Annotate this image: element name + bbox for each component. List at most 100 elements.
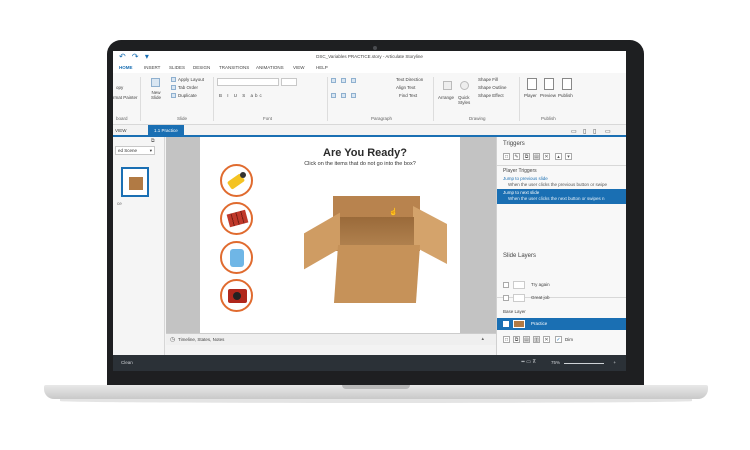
duplicate-layer-icon[interactable]: ⧉ — [513, 336, 520, 343]
right-panel: Triggers □ ✎ ⧉ ▤ ✕ ▴ ▾ Player Triggers J… — [496, 137, 626, 355]
scene-panel: ⧉ ed Scene ▾ ce — [113, 137, 165, 355]
copy-icon[interactable]: ⧉ — [151, 138, 155, 144]
trigger-previous-link[interactable]: Jump to previous slide — [503, 176, 548, 181]
trigger-next-selected[interactable]: Jump to next slide When the user clicks … — [497, 189, 626, 204]
box-front-panel[interactable] — [333, 245, 421, 303]
expand-icon[interactable]: ▴ — [481, 336, 484, 342]
align-left-icon[interactable] — [331, 93, 336, 98]
find-text-button[interactable]: Find Text — [399, 93, 417, 98]
laptop-shadow — [60, 399, 692, 403]
arrange-icon[interactable] — [443, 81, 452, 90]
text-direction-button[interactable]: Text Direction — [396, 77, 423, 82]
move-up-icon[interactable]: ▴ — [555, 153, 562, 160]
layer-great-job[interactable]: Great job — [497, 292, 626, 304]
chevron-down-icon: ▾ — [149, 148, 152, 153]
trigger-previous-desc: When the user clicks the previous button… — [508, 182, 608, 187]
slide-tab-practice[interactable]: 1.1 Practice — [148, 125, 184, 137]
layer-visibility-checkbox[interactable] — [503, 282, 509, 288]
apply-layout-button[interactable]: Apply Layout — [178, 77, 204, 82]
phone-view-icon[interactable]: ▯ — [593, 128, 596, 135]
item-radio[interactable] — [220, 279, 253, 312]
status-text: Clean — [121, 360, 133, 365]
player-button[interactable]: Player — [524, 93, 537, 98]
tab-home[interactable]: HOME — [119, 65, 133, 70]
font-group-label: Font — [263, 116, 273, 121]
bullets-icon[interactable] — [331, 78, 336, 83]
item-water-jug[interactable] — [220, 241, 253, 274]
tab-help[interactable]: HELP — [316, 65, 328, 70]
scene-dropdown[interactable]: ed Scene ▾ — [115, 146, 155, 155]
layer-name: Practice — [531, 321, 548, 326]
edit-trigger-icon[interactable]: ✎ — [513, 153, 520, 160]
drawing-group-label: Drawing — [469, 116, 486, 121]
duplicate-button[interactable]: Duplicate — [178, 93, 197, 98]
item-batteries[interactable] — [220, 202, 253, 235]
paste-trigger-icon[interactable]: ▤ — [533, 153, 540, 160]
slide-group-label: Slide — [177, 116, 188, 121]
align-center-icon[interactable] — [341, 93, 346, 98]
layer-visibility-checkbox[interactable] — [503, 295, 509, 301]
thumbnail-box-image — [129, 177, 143, 190]
align-text-button[interactable]: Align Text — [396, 85, 415, 90]
tab-view[interactable]: VIEW — [293, 65, 305, 70]
move-down-icon[interactable]: ▾ — [565, 153, 572, 160]
font-format-buttons[interactable]: B I U S abc — [219, 93, 264, 98]
shape-effect-button[interactable]: Shape Effect — [478, 93, 504, 98]
numbering-icon[interactable] — [341, 78, 346, 83]
story-view-tab[interactable]: VIEW — [115, 128, 127, 133]
preview-icon[interactable] — [544, 78, 554, 90]
align-right-icon[interactable] — [351, 93, 356, 98]
format-painter-button[interactable]: rmat Painter — [113, 95, 138, 100]
player-icon[interactable] — [527, 78, 537, 90]
ribbon-separator — [213, 77, 214, 121]
font-size-dropdown[interactable] — [281, 78, 297, 86]
publish-button[interactable]: Publish — [558, 93, 573, 98]
item-flashlight[interactable] — [220, 164, 253, 197]
tab-animations[interactable]: ANIMATIONS — [256, 65, 284, 70]
panel-divider — [497, 165, 626, 166]
trigger-next-link[interactable]: Jump to next slide — [503, 190, 539, 195]
arrange-button[interactable]: Arrange — [438, 95, 454, 100]
layer-practice-base[interactable]: Practice — [497, 318, 626, 330]
layer-paste-icon[interactable]: ▥ — [533, 336, 540, 343]
tab-insert[interactable]: INSERT — [144, 65, 160, 70]
view-mode-icons[interactable]: ▪▪ ▭ ⊼ — [521, 359, 536, 365]
slide-title[interactable]: Are You Ready? — [200, 147, 460, 159]
zoom-in-icon[interactable]: + — [613, 360, 616, 365]
slide-thumbnail[interactable] — [121, 167, 149, 197]
shape-fill-button[interactable]: Shape Fill — [478, 77, 498, 82]
tab-design[interactable]: DESIGN — [193, 65, 210, 70]
slide-canvas: Are You Ready? Click on the items that d… — [166, 137, 496, 345]
quick-styles-icon[interactable] — [460, 81, 469, 90]
preview-button[interactable]: Preview — [540, 93, 556, 98]
layer-try-again[interactable]: Try again — [497, 279, 626, 291]
normal-view-icon[interactable]: ▭ — [571, 128, 577, 135]
layer-visibility-checkbox[interactable] — [503, 321, 509, 327]
zoom-slider[interactable] — [564, 363, 604, 364]
delete-layer-icon[interactable]: ✕ — [543, 336, 550, 343]
tab-transitions[interactable]: TRANSITIONS — [219, 65, 249, 70]
tablet-view-icon[interactable]: ▯ — [583, 128, 586, 135]
tab-order-icon — [171, 85, 176, 90]
shape-outline-button[interactable]: Shape Outline — [478, 85, 507, 90]
tab-order-button[interactable]: Tab Order — [178, 85, 198, 90]
indent-icon[interactable] — [351, 78, 356, 83]
layer-copy-icon[interactable]: ▤ — [523, 336, 530, 343]
tab-slides[interactable]: SLIDES — [169, 65, 185, 70]
delete-trigger-icon[interactable]: ✕ — [543, 153, 550, 160]
dim-checkbox[interactable]: ✓ — [555, 336, 562, 343]
font-name-dropdown[interactable] — [217, 78, 279, 86]
layer-thumbnail — [513, 294, 525, 302]
new-slide-button[interactable]: New Slide — [146, 90, 166, 100]
quick-styles-button[interactable]: Quick Styles — [458, 95, 474, 105]
copy-trigger-icon[interactable]: ⧉ — [523, 153, 530, 160]
publish-icon[interactable] — [562, 78, 572, 90]
new-slide-icon[interactable] — [151, 78, 160, 87]
new-trigger-icon[interactable]: □ — [503, 153, 510, 160]
copy-button[interactable]: opy — [116, 85, 123, 90]
ribbon-separator — [327, 77, 328, 121]
new-layer-icon[interactable]: □ — [503, 336, 510, 343]
landscape-view-icon[interactable]: ▭ — [605, 128, 611, 135]
dim-label: Dim — [565, 337, 573, 342]
timeline-bar[interactable]: ◷ Timeline, States, Notes ▴ — [166, 333, 496, 345]
